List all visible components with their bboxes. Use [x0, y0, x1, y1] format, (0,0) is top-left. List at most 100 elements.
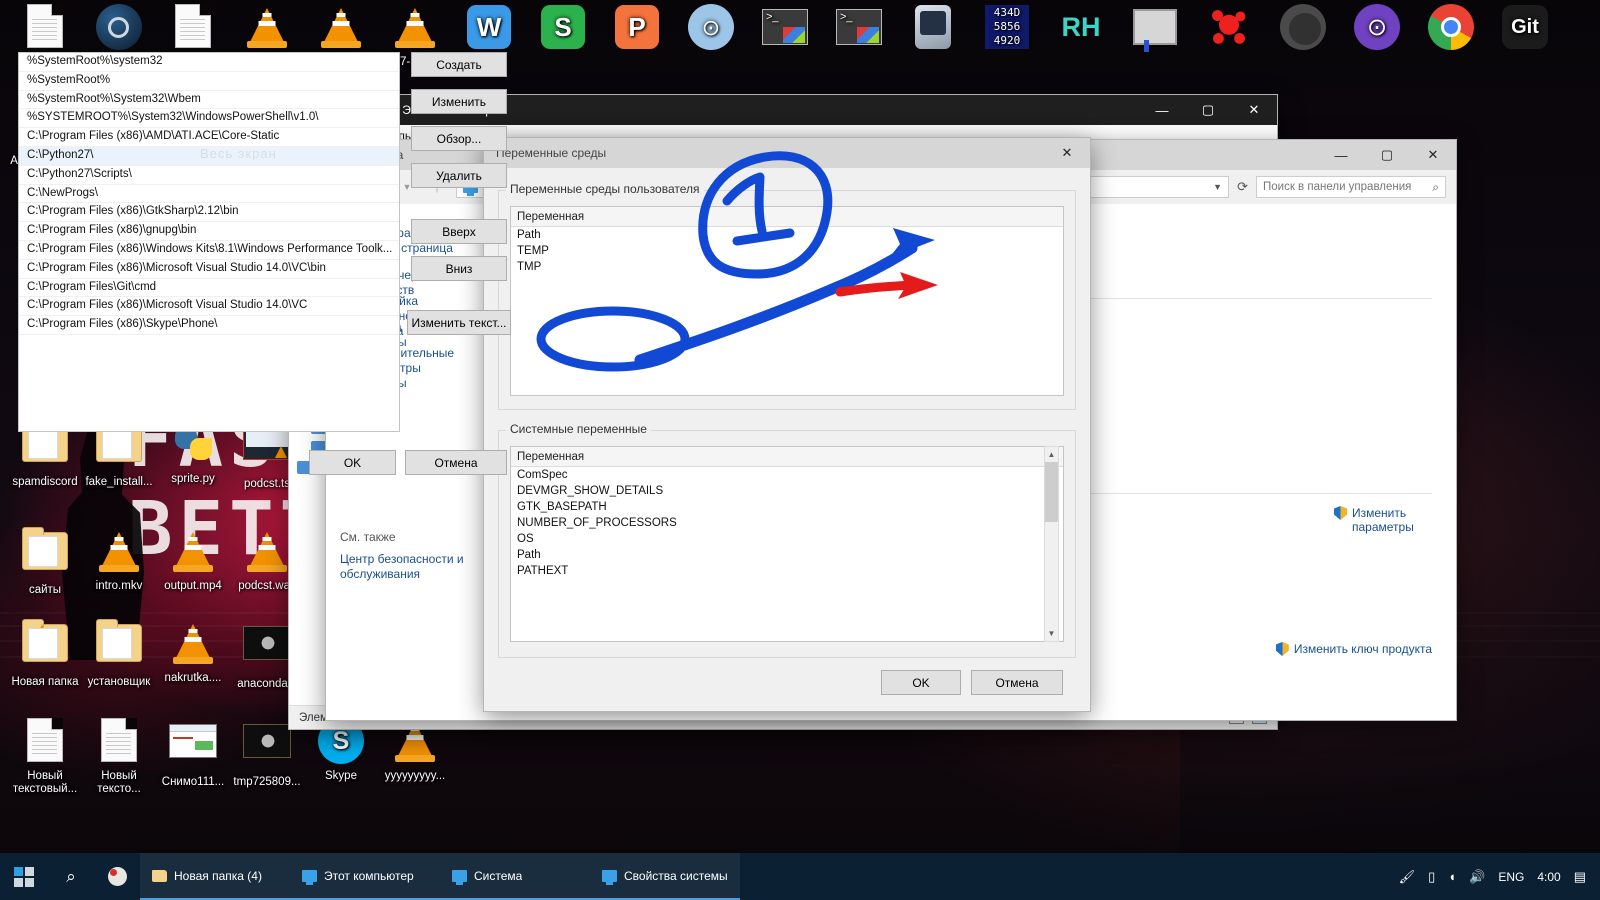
action-center-icon[interactable]: ▤	[1574, 869, 1586, 885]
path-entry-row[interactable]: C:\Program Files (x86)\Windows Kits\8.1\…	[19, 241, 399, 260]
env-var-row[interactable]: Path	[511, 547, 1063, 563]
desktop-icon[interactable]: RH	[1044, 4, 1118, 57]
move-up-button[interactable]: Вверх	[411, 219, 507, 244]
path-entry-row[interactable]: C:\Program Files\Git\cmd	[19, 279, 399, 298]
env-var-row[interactable]: OS	[511, 531, 1063, 547]
desktop-icon[interactable]: Новый текстовый...	[8, 718, 82, 796]
desktop-icon[interactable]	[1414, 4, 1488, 56]
taskbar-task[interactable]: Новая папка (4)	[140, 853, 290, 900]
edit-cancel-button[interactable]: Отмена	[405, 450, 507, 475]
desktop-icon[interactable]	[1266, 4, 1340, 56]
path-entry-row[interactable]: C:\Program Files (x86)\AMD\ATI.ACE\Core-…	[19, 128, 399, 147]
address-chevron-down-icon[interactable]: ▼	[1213, 182, 1222, 192]
new-path-button[interactable]: Создать	[411, 52, 507, 77]
scroll-up-icon[interactable]: ▲	[1045, 447, 1058, 462]
desktop-icon[interactable]: intro.mkv	[82, 528, 156, 593]
env-cancel-button[interactable]: Отмена	[971, 670, 1063, 695]
vlc-icon	[95, 528, 143, 576]
system-vars-list[interactable]: Переменная ComSpec DEVMGR_SHOW_DETAILS GTK…	[510, 446, 1064, 642]
desktop-icon[interactable]: установщик	[82, 619, 156, 689]
explorer-maximize-button[interactable]: ▢	[1185, 95, 1231, 125]
usb-eject-icon[interactable]: ▯	[1428, 869, 1435, 885]
system-vars-column-header[interactable]: Переменная	[511, 447, 1063, 467]
change-settings-link[interactable]: Изменить параметры	[1334, 506, 1432, 534]
user-vars-list[interactable]: Переменная Path TEMP TMP	[510, 206, 1064, 396]
path-entry-row[interactable]: C:\Python27\Scripts\	[19, 166, 399, 185]
path-entry-row[interactable]: C:\Program Files (x86)\gnupg\bin	[19, 222, 399, 241]
taskbar-task[interactable]: Этот компьютер	[290, 853, 440, 900]
env-var-row[interactable]: TEMP	[511, 243, 1063, 259]
path-entry-row[interactable]: C:\Program Files (x86)\Microsoft Visual …	[19, 260, 399, 279]
explorer-minimize-button[interactable]: —	[1139, 95, 1185, 125]
explorer-close-button[interactable]: ✕	[1231, 95, 1277, 125]
desktop-icon[interactable]: ⊙	[674, 4, 748, 56]
system-maximize-button[interactable]: ▢	[1364, 140, 1410, 170]
system-close-button[interactable]: ✕	[1410, 140, 1456, 170]
environment-variables-dialog[interactable]: Переменные среды ✕ Переменные среды поль…	[484, 138, 1090, 711]
desktop-icon[interactable]: 434D 5856 4920	[970, 4, 1044, 57]
desktop-icon[interactable]: S	[526, 4, 600, 57]
user-vars-column-header[interactable]: Переменная	[511, 207, 1063, 227]
desktop-icon[interactable]: output.mp4	[156, 528, 230, 593]
edit-path-button[interactable]: Изменить	[411, 89, 507, 114]
edit-text-button[interactable]: Изменить текст...	[407, 310, 511, 335]
path-entry-row[interactable]: C:\NewProgs\	[19, 185, 399, 204]
desktop-icon[interactable]: W	[452, 4, 526, 57]
taskbar[interactable]: ⌕ Новая папка (4) Этот компьютер Система Св…	[0, 853, 1600, 900]
desktop-icon[interactable]	[896, 4, 970, 57]
system-tray[interactable]: 🖌 ▯ ◖ 🔊 ENG 4:00 ▤	[1399, 869, 1600, 885]
desktop-icon[interactable]: Git	[1488, 4, 1562, 57]
path-entries-list[interactable]: %SystemRoot%\system32 %SystemRoot% %System…	[18, 52, 400, 432]
desktop-icon[interactable]	[1192, 4, 1266, 57]
tray-paint-icon[interactable]: 🖌	[1399, 869, 1416, 885]
path-entry-row[interactable]: C:\Program Files (x86)\GtkSharp\2.12\bin	[19, 203, 399, 223]
path-entry-row[interactable]: %SYSTEMROOT%\System32\WindowsPowerShell\…	[19, 109, 399, 129]
move-down-button[interactable]: Вниз	[411, 256, 507, 281]
desktop-icon[interactable]	[1118, 4, 1192, 61]
desktop-icon-label: сайты	[28, 584, 62, 596]
env-var-row[interactable]: NUMBER_OF_PROCESSORS	[511, 515, 1063, 531]
delete-path-button[interactable]: Удалить	[411, 163, 507, 188]
scroll-down-icon[interactable]: ▼	[1045, 626, 1058, 641]
env-var-row[interactable]: GTK_BASEPATH	[511, 499, 1063, 515]
env-dialog-titlebar[interactable]: Переменные среды ✕	[484, 138, 1090, 168]
browse-path-button[interactable]: Обзор...	[411, 126, 507, 151]
desktop-icon[interactable]: >_	[748, 4, 822, 61]
desktop-icon[interactable]: Новая папка	[8, 619, 82, 689]
env-var-row[interactable]: Path	[511, 227, 1063, 243]
language-indicator[interactable]: ENG	[1498, 870, 1524, 884]
env-var-row[interactable]: ComSpec	[511, 467, 1063, 483]
taskbar-task[interactable]: Свойства системы	[590, 853, 740, 900]
system-minimize-button[interactable]: —	[1318, 140, 1364, 170]
system-vars-scrollbar[interactable]: ▲ ▼	[1044, 446, 1059, 642]
desktop-icon[interactable]: Снимо111...	[156, 718, 230, 789]
path-entry-row[interactable]: %SystemRoot%\system32	[19, 53, 399, 72]
path-entry-row[interactable]: %SystemRoot%\System32\Wbem	[19, 91, 399, 110]
taskbar-task[interactable]: Система	[440, 853, 590, 900]
refresh-icon[interactable]: ⟳	[1237, 179, 1248, 195]
paint-icon[interactable]	[94, 853, 140, 900]
desktop-icon[interactable]: сайты	[8, 527, 82, 597]
path-entry-row[interactable]: %SystemRoot%	[19, 72, 399, 91]
env-var-row[interactable]: DEVMGR_SHOW_DETAILS	[511, 483, 1063, 499]
env-dialog-close-button[interactable]: ✕	[1044, 138, 1090, 168]
env-ok-button[interactable]: OK	[881, 670, 961, 695]
desktop-icon[interactable]: >_	[822, 4, 896, 61]
desktop-icon[interactable]: Новый тексто...	[82, 718, 156, 796]
clock[interactable]: 4:00	[1537, 870, 1560, 884]
monitor-icon	[302, 869, 317, 885]
edit-ok-button[interactable]: OK	[309, 450, 396, 475]
env-var-row[interactable]: PATHEXT	[511, 563, 1063, 579]
wifi-icon[interactable]: ◖	[1448, 869, 1456, 884]
desktop-icon[interactable]: ⊙	[1340, 4, 1414, 56]
env-var-row[interactable]: TMP	[511, 259, 1063, 275]
desktop-icon[interactable]: P	[600, 4, 674, 57]
search-icon[interactable]: ⌕	[48, 853, 94, 900]
path-entry-row[interactable]: C:\Program Files (x86)\Microsoft Visual …	[19, 297, 399, 317]
start-button[interactable]	[0, 853, 48, 900]
desktop-icon[interactable]: nakrutka....	[156, 620, 230, 685]
volume-icon[interactable]: 🔊	[1469, 869, 1485, 885]
change-product-key-link[interactable]: Изменить ключ продукта	[1276, 642, 1432, 656]
system-search-box[interactable]: Поиск в панели управления ⌕	[1256, 176, 1446, 198]
path-entry-row[interactable]: C:\Program Files (x86)\Skype\Phone\	[19, 316, 399, 335]
